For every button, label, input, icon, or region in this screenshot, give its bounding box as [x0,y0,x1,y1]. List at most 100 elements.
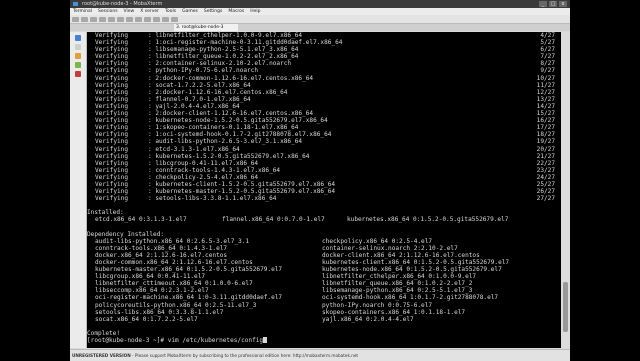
verify-label: Verifying [95,117,129,125]
scrollbar-thumb[interactable] [563,282,568,332]
verify-line: Verifying: socat-1.7.2.2-5.el7.x86_64 11/… [87,82,561,89]
tab-session-3[interactable]: 3. root@kube-node-3 [174,24,238,31]
menu-tools[interactable]: Tools [162,8,179,15]
verify-count: 18/27 [536,131,555,139]
menu-x-server[interactable]: X server [137,8,162,15]
menu-sessions[interactable]: Sessions [95,8,121,15]
verify-label: Verifying [95,95,129,103]
installed-package: flannel.x86_64 0:0.7.0-1.el7 [222,216,325,224]
window-title: root@kube-node-3 - MobaXterm [82,1,163,7]
dependency-package: libnetfilter_cttimeout.x86_64 0:1.0.0-6.… [95,280,253,288]
minimize-button[interactable]: _ [539,1,547,7]
verify-package: : checkpolicy-2.5-4.el7.x86_64 [148,173,259,181]
menu-macros[interactable]: Macros [225,8,247,15]
dependency-package: libseccomp.x86_64 0:2.3.1-2.el7 [95,287,209,295]
verify-line: Verifying: 1:oci-register-machine-0-3.11… [87,39,561,46]
verify-count: 16/27 [536,117,555,125]
close-button[interactable]: x [559,1,567,7]
help-icon[interactable] [171,16,178,22]
verify-line: Verifying: audit-libs-python-2.6.5-3.el7… [87,138,561,145]
dependency-package: checkpolicy.x86_64 0:2.5-4.el7 [322,237,433,245]
verify-package: : conntrack-tools-1.4.3-1.el7.x86_64 [148,166,281,174]
dependency-header: Dependency Installed: [87,230,165,238]
installed-line: etcd.x86_64 0:3.1.3-1.el7 flannel.x86_64 … [87,216,561,223]
dependency-row: policycoreutils-python.x86_64 0:2.5-11.e… [87,302,561,309]
view-icon[interactable] [117,16,124,22]
dependency-package: audit-libs-python.x86_64 0:2.6.5-3.el7_3… [95,237,250,245]
verify-label: Verifying [95,124,129,132]
dependency-package: oci-systemd-hook.x86_64 1:0.1.7-2.git278… [322,294,499,302]
macros-sidebar-icon[interactable] [75,62,81,68]
dependency-package: docker.x86_64 2:1.12.6-16.el7.centos [95,251,228,259]
terminal-output[interactable]: Verifying: libnetfilter_cthelper-1.0.0-9… [87,32,561,348]
verify-count: 10/27 [536,74,555,82]
verify-label: Verifying [95,195,129,203]
terminal-scrollbar[interactable] [561,32,570,348]
verify-count: 17/27 [536,124,555,132]
dependency-row: oci-register-machine.x86_64 1:0-3.11.git… [87,294,561,301]
dependency-package: skopeo-containers.x86_64 1:0.1.18-1.el7 [322,308,466,316]
verify-line: Verifying: libsemanage-python-2.5-5.1.el… [87,46,561,53]
verify-line: Verifying: 2:container-selinux-2.10-2.el… [87,60,561,67]
sftp-sidebar-icon[interactable] [75,71,81,77]
sessions-sidebar-icon[interactable] [75,35,81,41]
verify-package: : kubernetes-1.5.2-0.5.gita552679.el7.x8… [148,152,310,160]
maximize-button[interactable]: □ [549,1,557,7]
dependency-row: kubernetes-master.x86_64 0:1.5.2-0.5.git… [87,266,561,273]
verify-label: Verifying [95,74,129,82]
verify-package: : audit-libs-python-2.6.5-3.el7_3.1.x86_… [148,138,303,146]
verify-package: : socat-1.7.2.2-5.el7.x86_64 [148,81,251,89]
settings-icon[interactable] [162,16,169,22]
command-input[interactable]: vim /etc/kubernetes/config [168,337,263,344]
multiexec-icon[interactable] [135,16,142,22]
session-icon[interactable] [72,16,79,22]
verify-label: Verifying [95,188,129,196]
verify-count: 26/27 [536,188,555,196]
verify-count: 24/27 [536,173,555,181]
servers-icon[interactable] [81,16,88,22]
verify-package: : 2:container-selinux-2.10-2.el7.noarch [148,60,292,68]
verify-label: Verifying [95,46,129,54]
menu-view[interactable]: View [121,8,138,15]
dependency-package: docker-common.x86_64 2:1.12.6-16.el7.cen… [95,259,253,266]
verify-label: Verifying [95,145,129,153]
verify-package: : 1:oci-systemd-hook-0.1.7-2.git2788078.… [148,131,332,139]
verify-line: Verifying: kubernetes-1.5.2-0.5.gita5526… [87,153,561,160]
dependency-row: audit-libs-python.x86_64 0:2.6.5-3.el7_3… [87,238,561,245]
menu-settings[interactable]: Settings [201,8,225,15]
menu-games[interactable]: Games [179,8,201,15]
tools-sidebar-icon[interactable] [75,53,81,59]
status-message: - Please support MobaXterm by subscribin… [130,353,359,358]
dependency-row: libnetfilter_cttimeout.x86_64 0:1.0.0-6.… [87,280,561,287]
shell-prompt: [root@kube-node-3 ~]# [87,337,168,345]
installed-package: etcd.x86_64 0:3.1.3-1.el7 [95,216,187,224]
verify-line: Verifying: libcgroup-0.41-11.el7.x86_64 2… [87,160,561,167]
games-icon[interactable] [99,16,106,22]
dependency-row: docker.x86_64 2:1.12.6-16.el7.centos dock… [87,252,561,259]
verify-label: Verifying [95,39,129,47]
dependency-row: libseccomp.x86_64 0:2.3.1-2.el7 libsemana… [87,287,561,294]
split-icon[interactable] [126,16,133,22]
title-bar: root@kube-node-3 - MobaXterm _ □ x [70,0,570,8]
verify-line: Verifying: 2:docker-client-1.12.6-16.el7… [87,110,561,117]
sessions-icon[interactable] [108,16,115,22]
verify-package: : libnetfilter_queue-1.0.2-2.el7_2.x86_6… [148,53,299,61]
verify-label: Verifying [95,131,129,139]
app-icon [73,2,78,6]
verify-package: : etcd-3.1.3-1.el7.x86_64 [148,145,240,153]
packages-icon[interactable] [153,16,160,22]
tunneling-icon[interactable] [144,16,151,22]
verify-count: 8/27 [540,60,555,68]
menu-terminal[interactable]: Terminal [70,8,95,15]
menu-help[interactable]: Help [247,8,263,15]
tools-icon[interactable] [90,16,97,22]
status-bar: UNREGISTERED VERSION - Please support Mo… [70,349,570,361]
verify-count: 20/27 [536,145,555,153]
verify-label: Verifying [95,110,129,118]
verify-count: 4/27 [540,32,555,39]
menu-bar: Terminal Sessions View X server Tools Ga… [70,8,570,15]
verify-line: Verifying: kubernetes-node-1.5.2-0.5.git… [87,117,561,124]
verify-label: Verifying [95,166,129,174]
star-icon[interactable] [75,44,81,50]
